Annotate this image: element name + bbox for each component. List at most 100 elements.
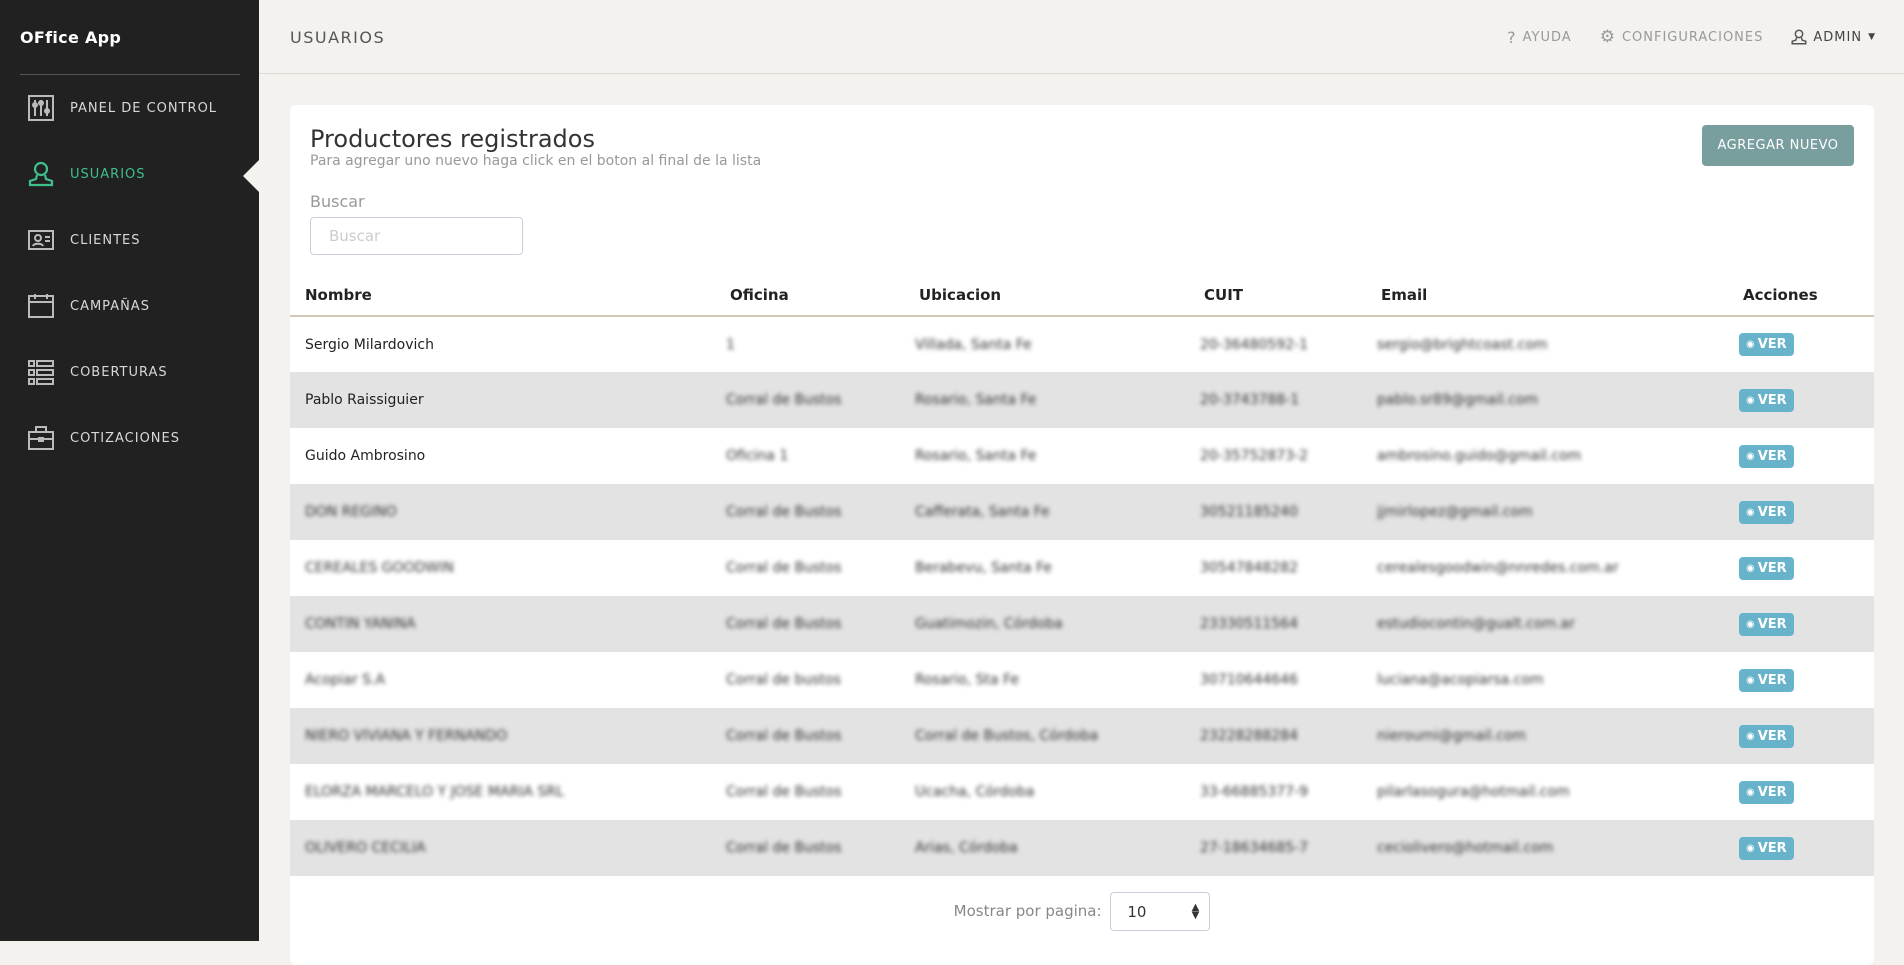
eye-icon: ◉ — [1746, 730, 1755, 742]
view-label: VER — [1757, 337, 1787, 352]
office-cell: Corral de Bustos — [726, 728, 842, 744]
settings-link[interactable]: ⚙ CONFIGURACIONES — [1600, 27, 1764, 47]
cuit-cell: 30547848282 — [1200, 560, 1298, 576]
email-cell: jjmirlopez@gmail.com — [1377, 504, 1533, 520]
sidebar-item-label: USUARIOS — [70, 166, 146, 182]
email-cell: pablo.sr89@gmail.com — [1377, 392, 1539, 408]
eye-icon: ◉ — [1746, 506, 1755, 518]
sidebar-item-label: COBERTURAS — [70, 364, 168, 380]
view-button[interactable]: ◉ VER — [1739, 612, 1794, 636]
email-cell: ambrosino.guido@gmail.com — [1377, 448, 1582, 464]
view-button[interactable]: ◉ VER — [1739, 724, 1794, 748]
eye-icon: ◉ — [1746, 394, 1755, 406]
office-cell: Corral de bustos — [726, 672, 841, 688]
sidebar-item-label: PANEL DE CONTROL — [70, 100, 218, 116]
location-cell: Arias, Córdoba — [915, 840, 1018, 856]
calendar-icon — [28, 293, 54, 319]
eye-icon: ◉ — [1746, 618, 1755, 630]
location-cell: Rosario, Sta Fe — [915, 672, 1019, 688]
location-cell: Rosario, Santa Fe — [915, 392, 1037, 408]
cuit-cell: 20-35752873-2 — [1200, 448, 1309, 464]
sidebar-item-cotizaciones[interactable]: COTIZACIONES — [0, 413, 259, 463]
view-button[interactable]: ◉ VER — [1739, 500, 1794, 524]
view-label: VER — [1757, 840, 1787, 856]
name-cell: Acopiar S.A — [305, 672, 386, 688]
cuit-cell: 27-18634685-7 — [1200, 840, 1309, 856]
view-button[interactable]: ◉ VER — [1739, 444, 1794, 468]
eye-icon: ◉ — [1746, 339, 1755, 350]
view-label: VER — [1757, 392, 1787, 408]
pagination: Mostrar por pagina: 10 ▲ ▼ — [290, 892, 1874, 931]
view-button[interactable]: ◉ VER — [1739, 668, 1794, 692]
view-button[interactable]: ◉ VER — [1739, 333, 1794, 356]
sidebar-item-campanas[interactable]: CAMPAÑAS — [0, 281, 259, 331]
view-label: VER — [1757, 672, 1787, 688]
name-cell: Guido Ambrosino — [305, 448, 426, 464]
cuit-cell: 23330511564 — [1200, 616, 1298, 632]
location-cell: Villada, Santa Fe — [915, 336, 1032, 353]
sidebar-item-panel-de-control[interactable]: PANEL DE CONTROL — [0, 83, 259, 133]
office-cell: Corral de Bustos — [726, 784, 842, 800]
help-link[interactable]: ? AYUDA — [1507, 28, 1572, 47]
view-button[interactable]: ◉ VER — [1739, 836, 1794, 860]
eye-icon: ◉ — [1746, 842, 1755, 854]
id-card-icon — [28, 227, 54, 253]
cuit-cell: 23228288284 — [1200, 728, 1298, 744]
view-button[interactable]: ◉ VER — [1739, 780, 1794, 804]
sidebar-item-usuarios[interactable]: USUARIOS — [0, 149, 259, 199]
name-cell: DON REGINO — [305, 504, 397, 520]
office-cell: Corral de Bustos — [726, 392, 842, 408]
admin-menu[interactable]: ADMIN ▼ — [1791, 28, 1876, 46]
sidebar-item-clientes[interactable]: CLIENTES — [0, 215, 259, 265]
user-icon — [28, 161, 54, 187]
cuit-cell: 20-3743788-1 — [1200, 392, 1300, 408]
sliders-icon — [28, 95, 54, 121]
cuit-cell: 33-66885377-9 — [1200, 784, 1309, 800]
search-input[interactable] — [310, 217, 523, 255]
eye-icon: ◉ — [1746, 674, 1755, 686]
office-cell: Corral de Bustos — [726, 504, 842, 520]
sidebar-item-label: CLIENTES — [70, 232, 141, 248]
card-subtitle: Para agregar uno nuevo haga click en el … — [310, 153, 762, 169]
question-icon: ? — [1507, 27, 1517, 47]
office-cell: Oficina 1 — [726, 448, 789, 464]
name-cell: CEREALES GOODWIN — [305, 560, 454, 576]
name-cell: OLIVERO CECILIA — [305, 840, 426, 856]
view-label: VER — [1757, 504, 1787, 520]
view-button[interactable]: ◉ VER — [1739, 388, 1794, 412]
column-header: Nombre — [290, 275, 726, 317]
name-cell: ELORZA MARCELO Y JOSE MARIA SRL — [305, 784, 564, 800]
help-label: AYUDA — [1522, 29, 1572, 45]
table-row: NIERO VIVIANA Y FERNANDO Corral de Bustos… — [290, 708, 1874, 764]
view-label: VER — [1757, 448, 1787, 464]
table-row: ELORZA MARCELO Y JOSE MARIA SRL Corral de… — [290, 764, 1874, 820]
add-new-button[interactable]: AGREGAR NUEVO — [1702, 125, 1854, 166]
user-icon — [1791, 29, 1807, 45]
location-cell: Ucacha, Córdoba — [915, 784, 1035, 800]
email-cell: estudiocontin@gualt.com.ar — [1377, 616, 1575, 632]
name-cell: Sergio Milardovich — [305, 336, 434, 353]
view-button[interactable]: ◉ VER — [1739, 556, 1794, 580]
per-page-value: 10 — [1127, 902, 1147, 921]
sidebar-item-label: COTIZACIONES — [70, 430, 180, 446]
column-header: Email — [1377, 275, 1739, 317]
name-cell: CONTIN YANINA — [305, 616, 416, 632]
table-row: Pablo Raissiguier Corral de Bustos Rosario… — [290, 372, 1874, 428]
office-cell: 1 — [726, 336, 735, 353]
location-cell: Cafferata, Santa Fe — [915, 504, 1050, 520]
name-cell: Pablo Raissiguier — [305, 392, 424, 408]
view-label: VER — [1757, 560, 1787, 576]
caret-down-icon: ▼ — [1868, 32, 1876, 42]
list-icon — [28, 359, 54, 385]
per-page-label: Mostrar por pagina: — [953, 902, 1102, 920]
table-row: Acopiar S.A Corral de bustos Rosario, Sta … — [290, 652, 1874, 708]
page-title: USUARIOS — [290, 28, 386, 47]
email-cell: sergio@brightcoast.com — [1377, 336, 1548, 353]
sidebar-item-coberturas[interactable]: COBERTURAS — [0, 347, 259, 397]
table-row: CEREALES GOODWIN Corral de Bustos Berabevu… — [290, 540, 1874, 596]
per-page-select[interactable]: 10 ▲ ▼ — [1110, 892, 1211, 931]
cuit-cell: 30521185240 — [1200, 504, 1298, 520]
admin-label: ADMIN — [1813, 29, 1863, 45]
column-header: Ubicacion — [915, 275, 1200, 317]
email-cell: luciana@acopiarsa.com — [1377, 672, 1544, 688]
